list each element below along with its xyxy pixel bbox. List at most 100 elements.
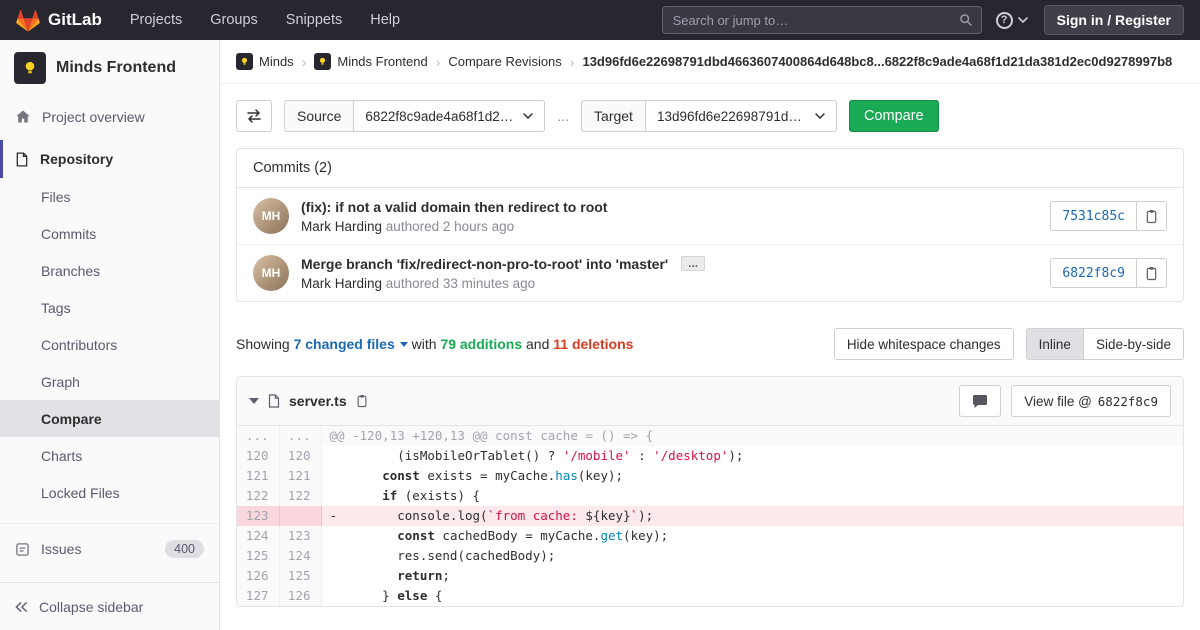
collapse-label: Collapse sidebar: [39, 599, 143, 615]
source-dropdown[interactable]: 6822f8c9ade4a68f1d21…: [353, 100, 545, 132]
breadcrumb-separator: ›: [570, 54, 575, 70]
old-line-number[interactable]: 124: [237, 526, 279, 546]
code-line: const exists = myCache.has(key);: [321, 466, 1183, 486]
breadcrumb-separator: ›: [436, 54, 441, 70]
nav-link-help[interactable]: Help: [370, 12, 400, 28]
copy-sha-button[interactable]: [1137, 258, 1167, 288]
compare-form: Source 6822f8c9ade4a68f1d21… ... Target …: [220, 84, 1200, 148]
sidebar-item-charts[interactable]: Charts: [0, 437, 219, 474]
brand-text: GitLab: [48, 10, 102, 30]
sidebar-item-branches[interactable]: Branches: [0, 252, 219, 289]
old-line-number[interactable]: 127: [237, 586, 279, 606]
copy-sha-button[interactable]: [1137, 201, 1167, 231]
new-line-number[interactable]: 121: [279, 466, 321, 486]
old-line-number[interactable]: 120: [237, 446, 279, 466]
sidebar-item-issues[interactable]: Issues 400: [0, 530, 219, 568]
old-line-number[interactable]: 125: [237, 546, 279, 566]
commit-author-link[interactable]: Mark Harding: [301, 276, 382, 291]
new-line-number[interactable]: [279, 506, 321, 526]
sidebar-item-locked-files[interactable]: Locked Files: [0, 474, 219, 511]
sidebar-section-repository[interactable]: Repository: [0, 140, 219, 178]
diff-hunk-row: ... ... @@ -120,13 +120,13 @@ const cach…: [237, 426, 1183, 446]
changed-files-dropdown[interactable]: 7 changed files: [294, 336, 408, 352]
new-line-number[interactable]: 124: [279, 546, 321, 566]
sidebar-item-contributors[interactable]: Contributors: [0, 326, 219, 363]
breadcrumb-page[interactable]: Compare Revisions: [448, 54, 561, 69]
comment-icon: [972, 394, 988, 409]
nav-link-snippets[interactable]: Snippets: [286, 12, 342, 28]
commits-panel-title: Commits (2): [237, 149, 1183, 188]
deletions-count: 11 deletions: [553, 336, 633, 352]
copy-file-path-button[interactable]: [356, 394, 368, 408]
search-input[interactable]: [662, 6, 982, 34]
diff-line: 125 124 res.send(cachedBody);: [237, 546, 1183, 566]
side-by-side-view-button[interactable]: Side-by-side: [1084, 328, 1184, 360]
new-line-number[interactable]: 122: [279, 486, 321, 506]
nav-link-projects[interactable]: Projects: [130, 12, 182, 28]
gitlab-logo[interactable]: GitLab: [16, 9, 102, 32]
compare-button[interactable]: Compare: [849, 100, 939, 132]
old-line-number[interactable]: 126: [237, 566, 279, 586]
sidebar-item-files[interactable]: Files: [0, 178, 219, 215]
toggle-comments-button[interactable]: [959, 385, 1001, 417]
double-chevron-left-icon: [15, 601, 28, 613]
nav-link-groups[interactable]: Groups: [210, 12, 258, 28]
chevron-down-icon: [815, 113, 825, 119]
additions-count: 79 additions: [440, 336, 522, 352]
main-content: Minds › Minds Frontend › Compare Revisio…: [220, 40, 1200, 630]
commit-sha[interactable]: 7531c85c: [1050, 201, 1137, 231]
and-label: and: [522, 336, 553, 352]
file-name[interactable]: server.ts: [289, 393, 347, 409]
code-line: res.send(cachedBody);: [321, 546, 1183, 566]
caret-down-icon: [400, 342, 408, 347]
issues-label: Issues: [41, 541, 81, 557]
inline-view-button[interactable]: Inline: [1026, 328, 1084, 360]
target-dropdown[interactable]: 13d96fd6e22698791dbd…: [645, 100, 837, 132]
diff-view-toggle: Inline Side-by-side: [1026, 328, 1184, 360]
diff-stats-bar: Showing 7 changed files with 79 addition…: [220, 326, 1200, 376]
home-icon: [15, 109, 31, 125]
expand-commit-description-button[interactable]: ...: [681, 256, 705, 271]
collapse-file-caret-icon[interactable]: [249, 398, 259, 404]
help-dropdown[interactable]: ?: [996, 12, 1028, 29]
swap-revisions-button[interactable]: [236, 100, 272, 132]
commit-sha[interactable]: 6822f8c9: [1050, 258, 1137, 288]
old-line-number[interactable]: 121: [237, 466, 279, 486]
view-file-button[interactable]: View file @ 6822f8c9: [1011, 385, 1171, 417]
commit-author-link[interactable]: Mark Harding: [301, 219, 382, 234]
new-line-number[interactable]: 125: [279, 566, 321, 586]
commit-title-link[interactable]: (fix): if not a valid domain then redire…: [301, 199, 607, 215]
breadcrumb-group[interactable]: Minds: [236, 53, 294, 70]
new-line-number[interactable]: 126: [279, 586, 321, 606]
sidebar-item-tags[interactable]: Tags: [0, 289, 219, 326]
old-line-number[interactable]: 122: [237, 486, 279, 506]
issues-count-badge: 400: [165, 540, 204, 558]
new-line-number: ...: [279, 426, 321, 446]
old-line-number[interactable]: 123: [237, 506, 279, 526]
breadcrumb-project[interactable]: Minds Frontend: [314, 53, 427, 70]
question-icon: ?: [996, 12, 1013, 29]
commit-authored-time: authored 2 hours ago: [386, 219, 514, 234]
collapse-sidebar-button[interactable]: Collapse sidebar: [0, 582, 219, 630]
source-group: Source 6822f8c9ade4a68f1d21…: [284, 100, 545, 132]
project-crumb-avatar: [314, 53, 331, 70]
sidebar-item-commits[interactable]: Commits: [0, 215, 219, 252]
hide-whitespace-button[interactable]: Hide whitespace changes: [834, 328, 1014, 360]
file-diff-header: server.ts View file @ 6822f8c9: [237, 377, 1183, 426]
deletion-marker: -: [330, 508, 338, 523]
sidebar-item-project-overview[interactable]: Project overview: [0, 98, 219, 136]
commits-panel: Commits (2) MH (fix): if not a valid dom…: [236, 148, 1184, 302]
showing-label: Showing: [236, 336, 294, 352]
hunk-header: @@ -120,13 +120,13 @@ const cache = () =…: [321, 426, 1183, 446]
new-line-number[interactable]: 123: [279, 526, 321, 546]
diff-line-deletion: 123 - console.log(`from cache: ${key}`);: [237, 506, 1183, 526]
sidebar-item-compare[interactable]: Compare: [0, 400, 219, 437]
code-line: (isMobileOrTablet() ? '/mobile' : '/desk…: [321, 446, 1183, 466]
project-header[interactable]: Minds Frontend: [0, 40, 219, 98]
new-line-number[interactable]: 120: [279, 446, 321, 466]
commit-title-link[interactable]: Merge branch 'fix/redirect-non-pro-to-ro…: [301, 256, 668, 272]
sign-in-button[interactable]: Sign in / Register: [1044, 5, 1184, 35]
project-title: Minds Frontend: [56, 59, 176, 77]
tanuki-icon: [16, 9, 40, 32]
sidebar-item-graph[interactable]: Graph: [0, 363, 219, 400]
